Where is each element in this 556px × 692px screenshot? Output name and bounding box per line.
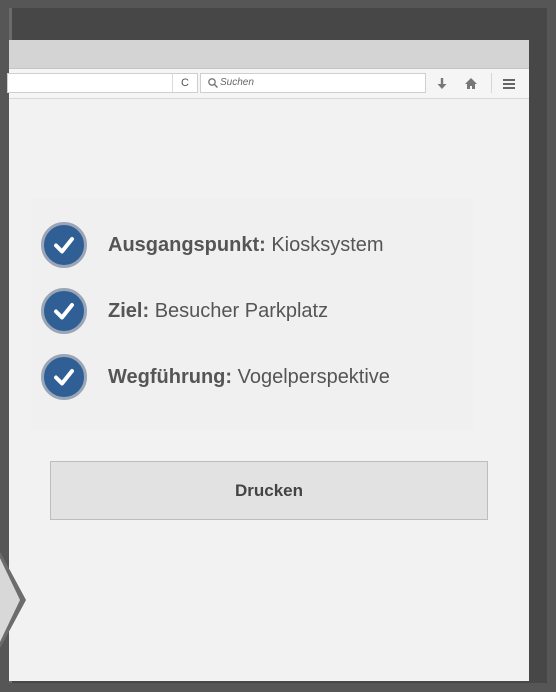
summary-item-start: Ausgangspunkt: Kiosksystem [41, 222, 471, 268]
toolbar-separator [491, 73, 492, 93]
summary-item-destination: Ziel: Besucher Parkplatz [41, 288, 471, 334]
reload-button[interactable]: C [172, 74, 197, 92]
checkmark-circle-icon [41, 222, 87, 268]
browser-window: C Suchen Ausgangspunkt: Kiosksystem Ziel… [7, 40, 529, 681]
summary-item-text: Wegführung: Vogelperspektive [108, 365, 390, 389]
checkmark-circle-icon [41, 288, 87, 334]
reload-icon: C [181, 77, 189, 89]
summary-item-value: Vogelperspektive [237, 366, 390, 388]
home-button[interactable] [462, 76, 480, 92]
summary-item-value: Kiosksystem [271, 234, 384, 256]
search-bar[interactable]: Suchen [200, 73, 426, 93]
search-icon [208, 78, 219, 89]
summary-item-value: Besucher Parkplatz [154, 300, 329, 322]
summary-item-label: Ausgangspunkt: [108, 234, 266, 256]
download-icon [437, 78, 447, 89]
search-placeholder: Suchen [220, 77, 254, 88]
tab-strip [9, 40, 529, 69]
route-summary: Ausgangspunkt: Kiosksystem Ziel: Besuche… [31, 199, 473, 431]
download-button[interactable] [433, 76, 451, 92]
summary-item-label: Ziel: [108, 300, 150, 322]
checkmark-circle-icon [41, 354, 87, 400]
home-icon [465, 78, 477, 89]
summary-item-label: Wegführung: [108, 366, 233, 388]
navigation-toolbar: C Suchen [7, 69, 529, 99]
menu-button[interactable] [500, 76, 518, 92]
summary-item-text: Ausgangspunkt: Kiosksystem [108, 233, 384, 257]
summary-item-routing: Wegführung: Vogelperspektive [41, 354, 471, 400]
page-content: Ausgangspunkt: Kiosksystem Ziel: Besuche… [9, 99, 529, 681]
side-arrow-icon [0, 551, 26, 649]
summary-item-text: Ziel: Besucher Parkplatz [108, 299, 328, 323]
print-button[interactable]: Drucken [50, 461, 488, 520]
hamburger-menu-icon [503, 79, 515, 89]
url-bar[interactable]: C [7, 73, 198, 93]
